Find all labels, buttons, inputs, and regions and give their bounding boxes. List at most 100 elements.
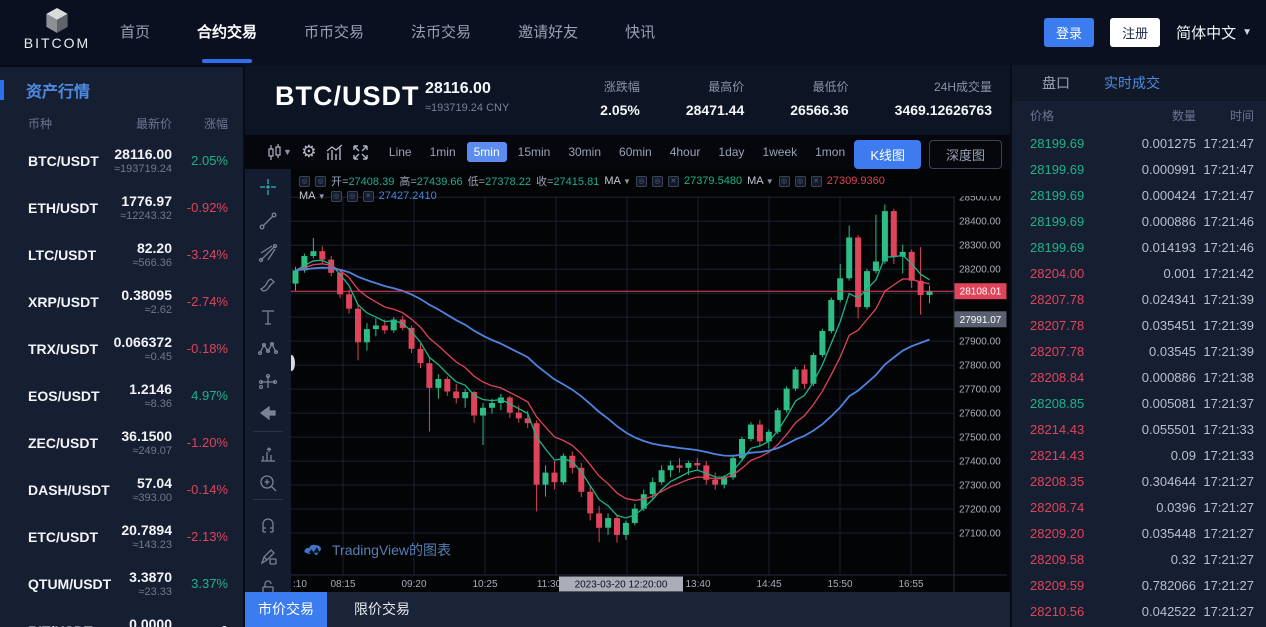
chart-canvas-area[interactable]: ◎◎开=27408.39高=27439.66低=27378.22收=27415.… — [291, 169, 1010, 592]
trade-price: 28207.78 — [1030, 318, 1084, 333]
ma-control-icon[interactable]: ✕ — [811, 176, 822, 187]
interval-5min[interactable]: 5min — [467, 142, 507, 162]
interval-30min[interactable]: 30min — [561, 142, 608, 162]
market-row[interactable]: BTC/USDT28116.00≈193719.242.05% — [0, 139, 243, 186]
trades-tab-实时成交[interactable]: 实时成交 — [1104, 73, 1160, 93]
fullscreen-icon[interactable] — [348, 141, 374, 163]
settings-gear-icon[interactable]: ⚙ — [296, 141, 322, 163]
market-row[interactable]: LTC/USDT82.20≈566.36-3.24% — [0, 233, 243, 280]
candle-body — [426, 363, 432, 388]
pair-change: 0 — [221, 623, 228, 627]
trade-amount: 0.0396 — [1156, 500, 1196, 515]
market-row[interactable]: XRP/USDT0.38095≈2.62-2.74% — [0, 280, 243, 327]
legend-eye-icon[interactable]: ◎ — [299, 176, 310, 187]
ma-control-icon[interactable]: ◎ — [331, 191, 342, 202]
back-arrow-icon[interactable] — [258, 403, 278, 423]
pair-price-approx: ≈566.36 — [132, 257, 172, 269]
legend-settings-icon[interactable]: ◎ — [315, 176, 326, 187]
interval-1min[interactable]: 1min — [423, 142, 463, 162]
ohlc-item: 开=27408.39 — [331, 173, 394, 189]
stat-value: 26566.36 — [790, 102, 848, 118]
ma-control-icon[interactable]: ◎ — [347, 191, 358, 202]
interval-15min[interactable]: 15min — [511, 142, 558, 162]
measure-icon[interactable] — [258, 445, 278, 465]
candle-body — [748, 425, 754, 439]
ma-indicator[interactable]: MA ▼ — [299, 190, 326, 202]
ma-control-icon[interactable]: ◎ — [652, 176, 663, 187]
stat-label: 24H成交量 — [895, 78, 992, 95]
ma-control-icon[interactable]: ◎ — [779, 176, 790, 187]
market-row[interactable]: ETC/USDT20.7894≈143.23-2.13% — [0, 515, 243, 562]
magnet-icon[interactable] — [258, 515, 278, 535]
y-axis-label: 27700.00 — [959, 385, 1001, 396]
ma-control-icon[interactable]: ◎ — [795, 176, 806, 187]
pair-label: LTC/USDT — [28, 247, 96, 263]
order-tab-限价交易[interactable]: 限价交易 — [341, 592, 423, 627]
candle-body — [310, 251, 316, 256]
register-button[interactable]: 注册 — [1110, 18, 1160, 47]
forecast-icon[interactable] — [258, 372, 278, 392]
trade-amount: 0.035448 — [1142, 526, 1196, 541]
symbol-title: BTC/USDT — [275, 81, 420, 112]
chart-header: BTC/USDT 28116.00 ≈193719.24 CNY 涨跌幅2.05… — [245, 65, 1010, 135]
ma-control-icon[interactable]: ◎ — [636, 176, 647, 187]
ma-indicator[interactable]: MA ▼ — [747, 175, 774, 187]
ma-control-icon[interactable]: ✕ — [363, 191, 374, 202]
candle-body — [543, 473, 549, 485]
candlestick-chart[interactable]: 28500.0028400.0028300.0028200.0027900.00… — [291, 196, 1007, 592]
nav-item-3[interactable]: 币币交易 — [304, 0, 364, 65]
nav-item-1[interactable]: 首页 — [120, 0, 150, 65]
ma-control-icon[interactable]: ✕ — [668, 176, 679, 187]
trade-row: 28199.690.00088617:21:46 — [1012, 209, 1266, 235]
interval-1day[interactable]: 1day — [711, 142, 751, 162]
brand-logo[interactable]: BITCOM — [22, 4, 92, 62]
interval-1week[interactable]: 1week — [755, 142, 804, 162]
pair-price: 0.0000 — [129, 616, 172, 627]
pair-price: 1.2146 — [129, 381, 172, 397]
chart-type-caret-icon[interactable]: ▼ — [283, 147, 292, 157]
depth-view-button[interactable]: 深度图 — [929, 140, 1002, 169]
market-row[interactable]: TRX/USDT0.066372≈0.45-0.18% — [0, 327, 243, 374]
interval-4hour[interactable]: 4hour — [663, 142, 708, 162]
title-accent-bar — [0, 80, 4, 100]
market-row[interactable]: ETH/USDT1776.97≈12243.32-0.92% — [0, 186, 243, 233]
candle-body — [810, 355, 816, 384]
market-row[interactable]: DASH/USDT57.04≈393.00-0.14% — [0, 468, 243, 515]
kline-view-button[interactable]: K线图 — [854, 140, 921, 169]
brush-icon[interactable] — [258, 275, 278, 295]
interval-60min[interactable]: 60min — [612, 142, 659, 162]
gann-icon[interactable] — [258, 243, 278, 263]
pair-label: ZEC/USDT — [28, 435, 98, 451]
trade-price: 28208.35 — [1030, 474, 1084, 489]
trades-tab-盘口[interactable]: 盘口 — [1042, 73, 1070, 93]
nav-item-4[interactable]: 法币交易 — [411, 0, 471, 65]
interval-1mon[interactable]: 1mon — [808, 142, 852, 162]
trade-time: 17:21:46 — [1203, 214, 1254, 229]
market-row[interactable]: QTUM/USDT3.3870≈23.333.37% — [0, 562, 243, 609]
trade-row: 28214.430.05550117:21:33 — [1012, 417, 1266, 443]
market-row[interactable]: BIT/USDT0.00000 — [0, 609, 243, 627]
pair-price-block: 36.1500≈249.07 — [121, 428, 172, 457]
x-axis-label: 16:55 — [898, 579, 923, 590]
market-row[interactable]: EOS/USDT1.2146≈8.364.97% — [0, 374, 243, 421]
market-row[interactable]: ZEC/USDT36.1500≈249.07-1.20% — [0, 421, 243, 468]
login-button[interactable]: 登录 — [1044, 18, 1094, 47]
candle-body — [650, 482, 656, 494]
indicators-icon[interactable] — [322, 141, 348, 163]
trendline-icon[interactable] — [258, 211, 278, 231]
text-icon[interactable] — [258, 307, 278, 327]
nav-item-5[interactable]: 邀请好友 — [518, 0, 578, 65]
candle-body — [623, 523, 629, 535]
candle-body — [596, 513, 602, 527]
ma-indicator[interactable]: MA ▼ — [604, 175, 631, 187]
interval-Line[interactable]: Line — [382, 142, 419, 162]
pattern-icon[interactable] — [258, 339, 278, 359]
nav-item-2[interactable]: 合约交易 — [197, 0, 257, 65]
drawing-lock-icon[interactable] — [258, 547, 278, 567]
order-tab-市价交易[interactable]: 市价交易 — [245, 592, 327, 627]
nav-item-6[interactable]: 快讯 — [625, 0, 655, 65]
crosshair-icon[interactable] — [258, 177, 278, 197]
language-selector[interactable]: 简体中文 ▼ — [1176, 22, 1252, 43]
trade-amount: 0.32 — [1171, 552, 1196, 567]
zoom-in-icon[interactable] — [258, 473, 278, 493]
